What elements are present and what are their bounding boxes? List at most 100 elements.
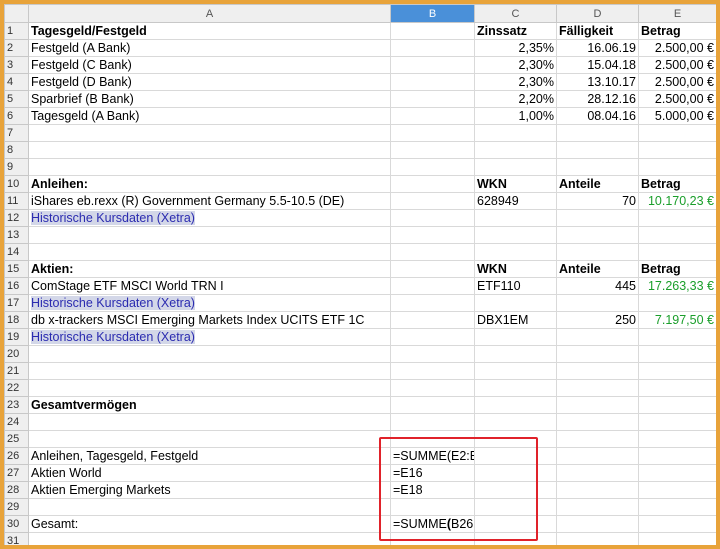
cell-d24[interactable] (556, 413, 639, 431)
cell-c21[interactable] (474, 362, 557, 380)
cell-a12[interactable]: Historische Kursdaten (Xetra) (28, 209, 391, 227)
cell-d13[interactable] (556, 226, 639, 244)
cell-b12[interactable] (390, 209, 475, 227)
cell-d28[interactable] (556, 481, 639, 499)
cell-e27[interactable] (638, 464, 716, 482)
cell-b21[interactable] (390, 362, 475, 380)
cell-e3[interactable]: 2.500,00 € (638, 56, 716, 74)
cell-b23[interactable] (390, 396, 475, 414)
cell-d4[interactable]: 13.10.17 (556, 73, 639, 91)
cell-d1[interactable]: Fälligkeit (556, 22, 639, 40)
cell-c8[interactable] (474, 141, 557, 159)
cell-c28[interactable] (474, 481, 557, 499)
cell-e21[interactable] (638, 362, 716, 380)
row-header[interactable]: 5 (4, 90, 29, 108)
cell-e24[interactable] (638, 413, 716, 431)
cell-b30-formula[interactable]: =SUMME(B26:B28) (390, 515, 475, 533)
row-header[interactable]: 19 (4, 328, 29, 346)
cell-d18[interactable]: 250 (556, 311, 639, 329)
cell-d17[interactable] (556, 294, 639, 312)
cell-c11[interactable]: 628949 (474, 192, 557, 210)
cell-d5[interactable]: 28.12.16 (556, 90, 639, 108)
cell-a19[interactable]: Historische Kursdaten (Xetra) (28, 328, 391, 346)
cell-d25[interactable] (556, 430, 639, 448)
cell-b3[interactable] (390, 56, 475, 74)
cell-e15[interactable]: Betrag (638, 260, 716, 278)
row-header[interactable]: 23 (4, 396, 29, 414)
cell-a10[interactable]: Anleihen: (28, 175, 391, 193)
cell-a30[interactable]: Gesamt: (28, 515, 391, 533)
row-header[interactable]: 27 (4, 464, 29, 482)
cell-c9[interactable] (474, 158, 557, 176)
cell-b29[interactable] (390, 498, 475, 516)
cell-d7[interactable] (556, 124, 639, 142)
cell-a26[interactable]: Anleihen, Tagesgeld, Festgeld (28, 447, 391, 465)
cell-e6[interactable]: 5.000,00 € (638, 107, 716, 125)
cell-d10[interactable]: Anteile (556, 175, 639, 193)
cell-e13[interactable] (638, 226, 716, 244)
historical-data-link[interactable]: Historische Kursdaten (Xetra) (31, 330, 195, 344)
cell-b16[interactable] (390, 277, 475, 295)
column-header-a[interactable]: A (28, 4, 391, 23)
cell-a6[interactable]: Tagesgeld (A Bank) (28, 107, 391, 125)
cell-d19[interactable] (556, 328, 639, 346)
cell-b17[interactable] (390, 294, 475, 312)
cell-a4[interactable]: Festgeld (D Bank) (28, 73, 391, 91)
cell-b9[interactable] (390, 158, 475, 176)
cell-b6[interactable] (390, 107, 475, 125)
cell-e2[interactable]: 2.500,00 € (638, 39, 716, 57)
cell-b24[interactable] (390, 413, 475, 431)
row-header[interactable]: 7 (4, 124, 29, 142)
cell-e4[interactable]: 2.500,00 € (638, 73, 716, 91)
cell-d27[interactable] (556, 464, 639, 482)
cell-d9[interactable] (556, 158, 639, 176)
row-header[interactable]: 21 (4, 362, 29, 380)
cell-e14[interactable] (638, 243, 716, 261)
cell-d6[interactable]: 08.04.16 (556, 107, 639, 125)
cell-a3[interactable]: Festgeld (C Bank) (28, 56, 391, 74)
row-header[interactable]: 17 (4, 294, 29, 312)
cell-a7[interactable] (28, 124, 391, 142)
row-header[interactable]: 25 (4, 430, 29, 448)
cell-c20[interactable] (474, 345, 557, 363)
cell-e19[interactable] (638, 328, 716, 346)
cell-b13[interactable] (390, 226, 475, 244)
cell-d29[interactable] (556, 498, 639, 516)
column-header-e[interactable]: E (638, 4, 716, 23)
row-header[interactable]: 6 (4, 107, 29, 125)
cell-e9[interactable] (638, 158, 716, 176)
cell-d15[interactable]: Anteile (556, 260, 639, 278)
cell-d12[interactable] (556, 209, 639, 227)
cell-b20[interactable] (390, 345, 475, 363)
cell-b14[interactable] (390, 243, 475, 261)
row-header[interactable]: 29 (4, 498, 29, 516)
cell-a14[interactable] (28, 243, 391, 261)
cell-c23[interactable] (474, 396, 557, 414)
cell-e22[interactable] (638, 379, 716, 397)
cell-e7[interactable] (638, 124, 716, 142)
row-header[interactable]: 16 (4, 277, 29, 295)
cell-a29[interactable] (28, 498, 391, 516)
row-header[interactable]: 13 (4, 226, 29, 244)
cell-a20[interactable] (28, 345, 391, 363)
cell-a23[interactable]: Gesamtvermögen (28, 396, 391, 414)
cell-c18[interactable]: DBX1EM (474, 311, 557, 329)
cell-c17[interactable] (474, 294, 557, 312)
row-header[interactable]: 12 (4, 209, 29, 227)
row-header[interactable]: 2 (4, 39, 29, 57)
cell-b31[interactable] (390, 532, 475, 545)
cell-b5[interactable] (390, 90, 475, 108)
row-header[interactable]: 31 (4, 532, 29, 545)
cell-e28[interactable] (638, 481, 716, 499)
row-header[interactable]: 22 (4, 379, 29, 397)
cell-c3[interactable]: 2,30% (474, 56, 557, 74)
cell-a22[interactable] (28, 379, 391, 397)
cell-c2[interactable]: 2,35% (474, 39, 557, 57)
cell-c7[interactable] (474, 124, 557, 142)
cell-c5[interactable]: 2,20% (474, 90, 557, 108)
row-header[interactable]: 15 (4, 260, 29, 278)
row-header[interactable]: 20 (4, 345, 29, 363)
cell-e11[interactable]: 10.170,23 € (638, 192, 716, 210)
cell-c30[interactable] (474, 515, 557, 533)
cell-e31[interactable] (638, 532, 716, 545)
